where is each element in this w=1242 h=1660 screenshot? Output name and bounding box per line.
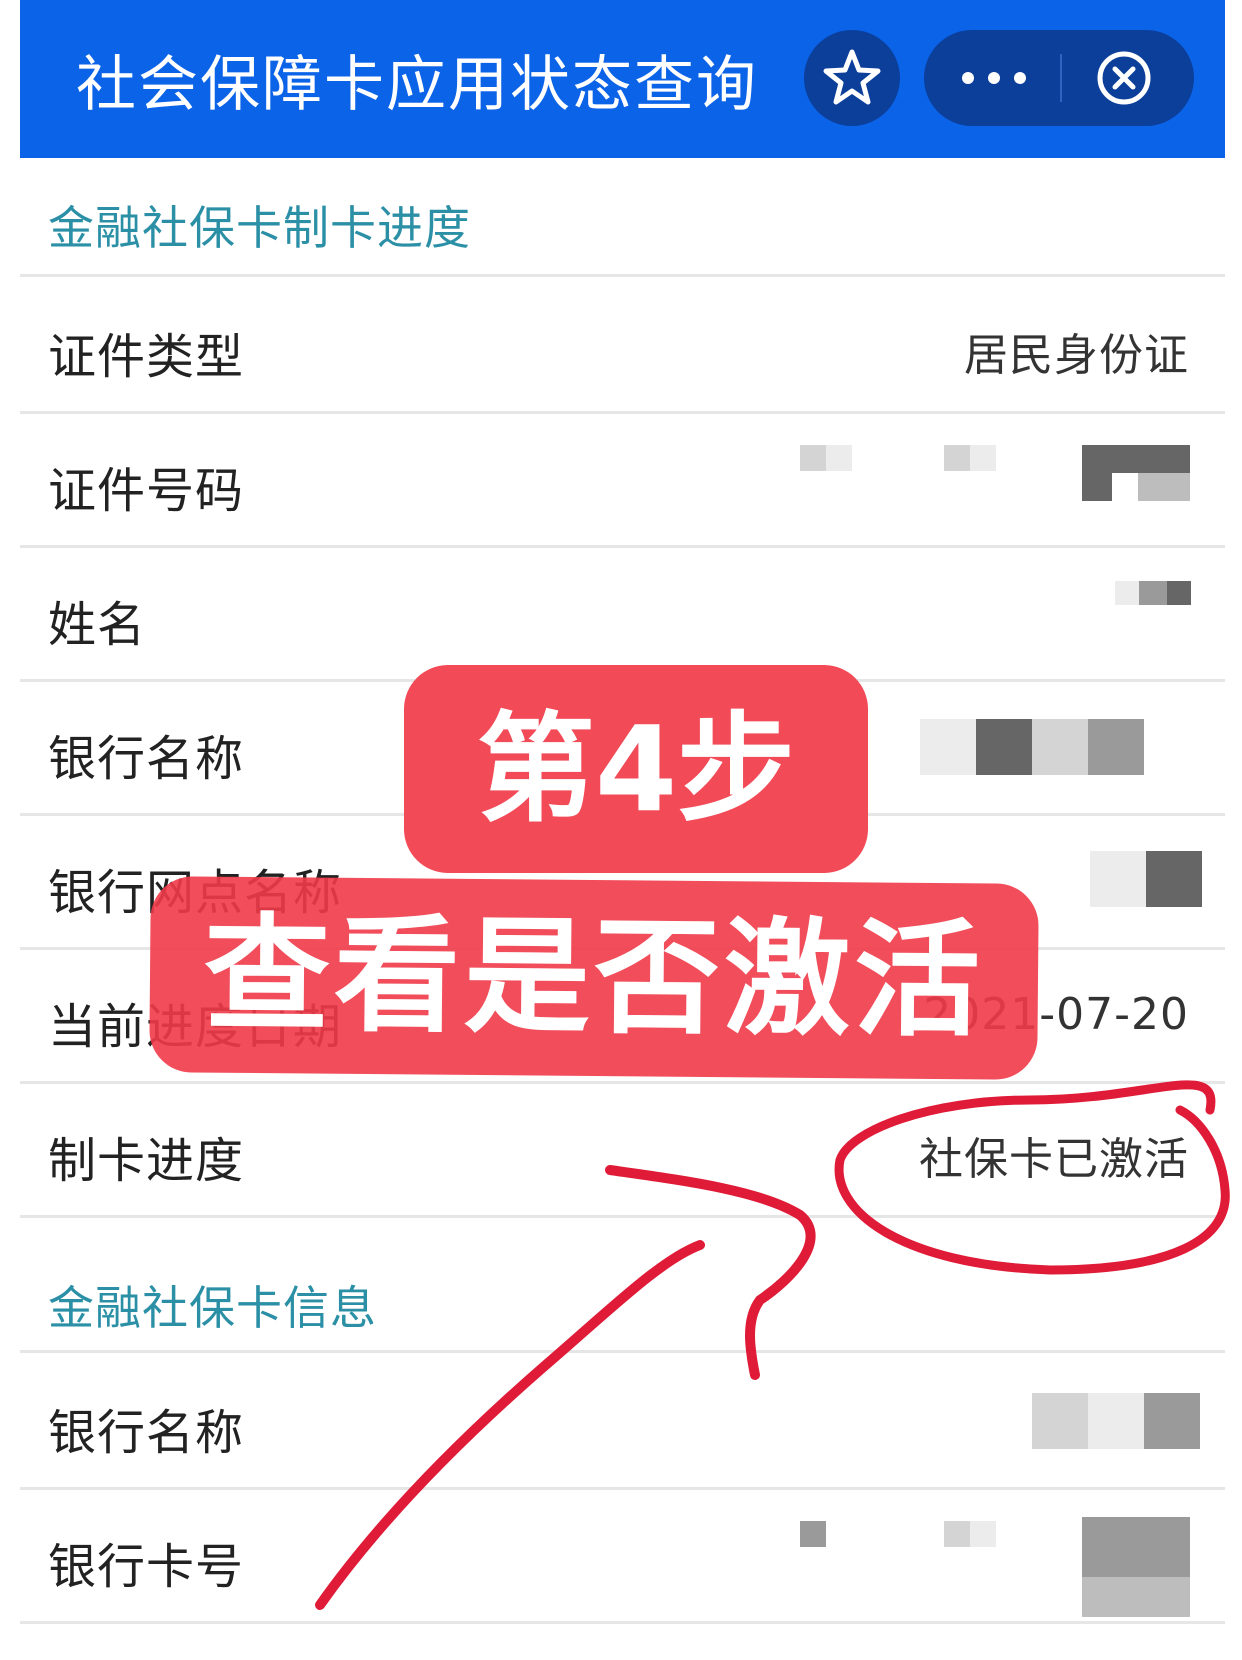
highlight-circle [834, 1080, 1230, 1275]
arrow-shaft [315, 1240, 705, 1610]
arrow-head [605, 1165, 816, 1380]
annotation-drawing [315, 1080, 1230, 1610]
